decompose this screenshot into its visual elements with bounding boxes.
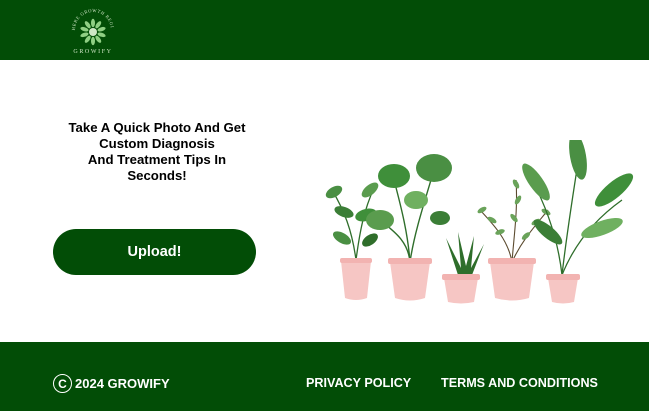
hero-section: Take A Quick Photo And Get Custom Diagno… xyxy=(0,60,649,342)
privacy-policy-link[interactable]: PRIVACY POLICY xyxy=(306,376,411,390)
headline-line: Custom Diagnosis xyxy=(99,136,215,151)
headline-line: Seconds! xyxy=(127,168,187,183)
plant-monstera xyxy=(366,154,452,301)
terms-conditions-link[interactable]: TERMS AND CONDITIONS xyxy=(441,376,598,390)
growify-logo[interactable]: WHERE GROWTH BEGINS GROWIFY xyxy=(64,6,122,58)
leaf-wreath-icon: WHERE GROWTH BEGINS xyxy=(69,6,115,46)
headline-line: Take A Quick Photo And Get xyxy=(68,120,246,135)
headline-line: And Treatment Tips In xyxy=(87,152,227,167)
plant-banana xyxy=(522,140,634,304)
copyright-icon: C xyxy=(53,374,72,393)
plant-left xyxy=(325,182,379,300)
plant-spiky xyxy=(442,232,484,304)
site-footer: C 2024 GROWIFY PRIVACY POLICY TERMS AND … xyxy=(0,342,649,411)
potted-plants-illustration xyxy=(325,140,634,304)
svg-text:WHERE GROWTH BEGINS: WHERE GROWTH BEGINS xyxy=(69,6,115,31)
site-header: WHERE GROWTH BEGINS GROWIFY xyxy=(0,0,649,60)
hero-headline: Take A Quick Photo And Get Custom Diagno… xyxy=(52,120,262,184)
upload-button[interactable]: Upload! xyxy=(53,229,256,275)
copyright-text: 2024 GROWIFY xyxy=(75,376,170,391)
logo-tagline: WHERE GROWTH BEGINS xyxy=(69,6,114,31)
logo-name: GROWIFY xyxy=(73,49,113,55)
copyright-notice: C 2024 GROWIFY xyxy=(53,374,170,393)
